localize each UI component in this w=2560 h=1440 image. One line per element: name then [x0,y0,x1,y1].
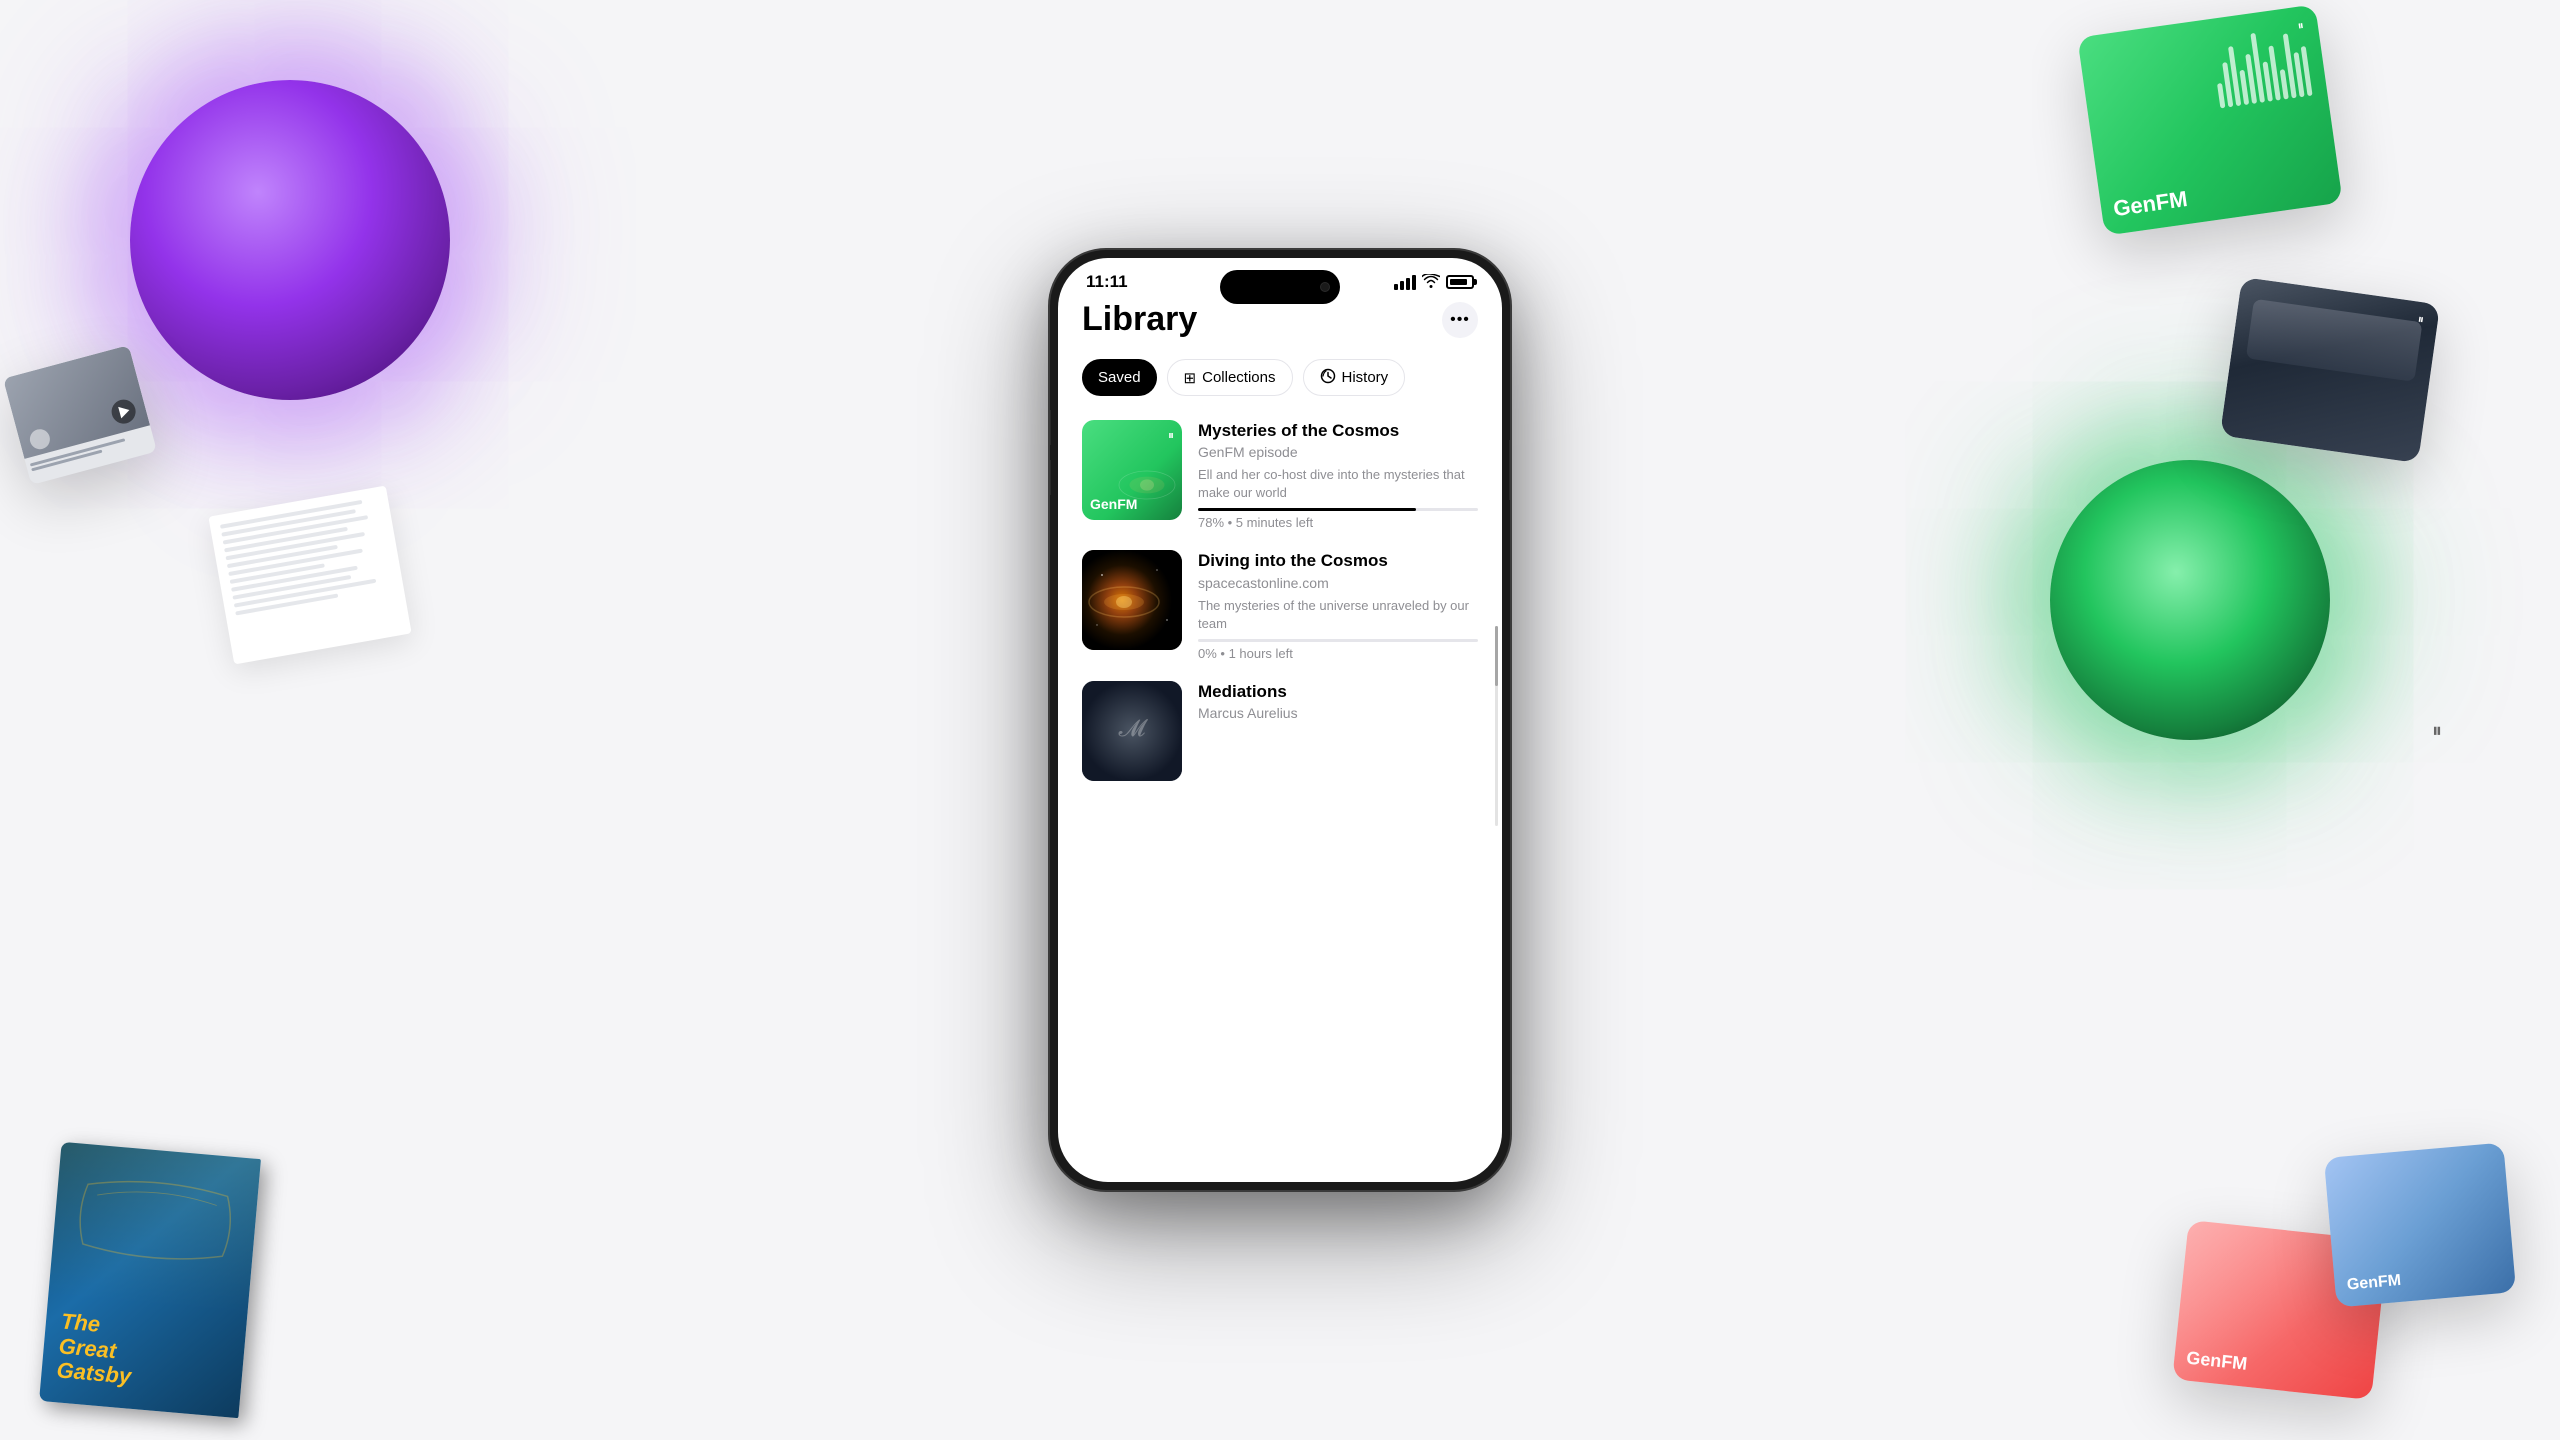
meditations-svg: 𝓜 [1082,681,1182,781]
item-thumbnail-2 [1082,550,1182,650]
item-progress-2: 0% • 1 hours left [1198,646,1478,661]
item-thumbnail-1: ⏸ GenFM [1082,420,1182,520]
item-title-1: Mysteries of the Cosmos [1198,420,1478,442]
app-content: Library ••• Saved ⊞ Collections [1058,300,1502,1164]
status-bar: 11:11 [1058,258,1502,300]
item-source-3: Marcus Aurelius [1198,705,1478,721]
genfm-br2-label: GenFM [2346,1272,2402,1295]
item-progress-1: 78% • 5 minutes left [1198,515,1478,530]
progress-fill-1 [1198,508,1416,511]
genfm-right-card: ⏸ GenFM [2220,277,2440,463]
genfm-top-label: GenFM [2112,186,2189,222]
item-title-2: Diving into the Cosmos [1198,550,1478,572]
purple-orb-decoration [130,80,450,400]
tab-collections[interactable]: ⊞ Collections [1167,359,1293,396]
history-icon [1320,368,1336,387]
battery-fill [1450,279,1467,285]
gatsby-book: TheGreatGatsby [39,1142,261,1418]
gatsby-title: TheGreatGatsby [56,1310,232,1397]
item-info-2: Diving into the Cosmos spacecastonline.c… [1198,550,1478,660]
phone-screen: 11:11 [1058,258,1502,1182]
gatsby-decoration-svg [51,1162,259,1279]
list-item[interactable]: ⏸ GenFM Mysteries of the Cosmos GenFM ep… [1082,420,1478,530]
genfm-thumb-label-1: GenFM [1090,496,1137,512]
phone-frame: 11:11 [1050,250,1510,1190]
signal-bar-1 [1394,284,1398,290]
library-header: Library ••• [1082,300,1478,339]
scroll-thumb [1495,626,1498,686]
waveform [2209,16,2312,108]
genfm-top-card: ⏸ GenFM [2077,4,2342,235]
more-button[interactable]: ••• [1442,302,1478,338]
item-desc-2: The mysteries of the universe unraveled … [1198,597,1478,633]
status-icons [1394,274,1474,291]
item-info-3: Mediations Marcus Aurelius [1198,681,1478,781]
galaxy-svg-2 [1082,550,1182,650]
library-title: Library [1082,300,1197,339]
battery-icon [1446,275,1474,289]
item-desc-1: Ell and her co-host dive into the myster… [1198,466,1478,502]
pause-icon-right: ⏸ [2417,312,2425,328]
photo-lines [24,425,155,478]
dynamic-island [1220,270,1340,304]
di-camera [1320,282,1330,292]
item-info-1: Mysteries of the Cosmos GenFM episode El… [1198,420,1478,530]
more-dots-icon: ••• [1450,311,1470,329]
list-item[interactable]: 𝓜 Mediations Marcus Aurelius [1082,681,1478,781]
genfm-right-card-inner: ⏸ GenFM [2220,277,2440,463]
pause-icon-1: ⏸ [1168,428,1174,443]
volume-up-button [1050,410,1051,445]
list-item[interactable]: Diving into the Cosmos spacecastonline.c… [1082,550,1478,660]
photo-layer [2246,299,2423,382]
pause-icon-top: ⏸ [2297,18,2305,34]
progress-bar-1 [1198,508,1478,511]
signal-bars [1394,275,1416,290]
progress-bar-2 [1198,639,1478,642]
power-button [1509,440,1510,500]
photo-card [3,345,157,485]
signal-bar-2 [1400,281,1404,290]
volume-down-button [1050,460,1051,495]
item-title-3: Mediations [1198,681,1478,703]
tab-collections-label: Collections [1202,369,1275,386]
photo-bg [2220,277,2440,463]
tab-history[interactable]: History [1303,359,1406,396]
paper-document-card [208,486,411,665]
play-icon [109,396,138,425]
signal-bar-3 [1406,278,1410,290]
tab-saved-label: Saved [1098,369,1141,386]
genfm-br-label: GenFM [2185,1348,2248,1375]
item-source-1: GenFM episode [1198,444,1478,460]
item-source-2: spacecastonline.com [1198,575,1478,591]
status-time: 11:11 [1086,272,1128,292]
collections-icon: ⊞ [1184,369,1197,387]
signal-bar-4 [1412,275,1416,290]
genfm-right-label: GenFM [2233,404,2296,433]
pause-float-right: ⏸ [2432,720,2442,743]
photo-thumbnail [3,345,150,458]
wifi-icon [1422,274,1440,291]
tab-saved[interactable]: Saved [1082,359,1157,396]
tab-history-label: History [1342,369,1389,386]
genfm-bottom-right2-card: GenFM [2324,1142,2516,1307]
green-orb-decoration [2050,460,2330,740]
genfm-bottom-right-card: GenFM [2172,1220,2388,1400]
svg-text:𝓜: 𝓜 [1119,715,1149,742]
tab-bar: Saved ⊞ Collections History [1082,359,1478,396]
item-thumbnail-3: 𝓜 [1082,681,1182,781]
genfm-br-overlay [2172,1220,2388,1400]
